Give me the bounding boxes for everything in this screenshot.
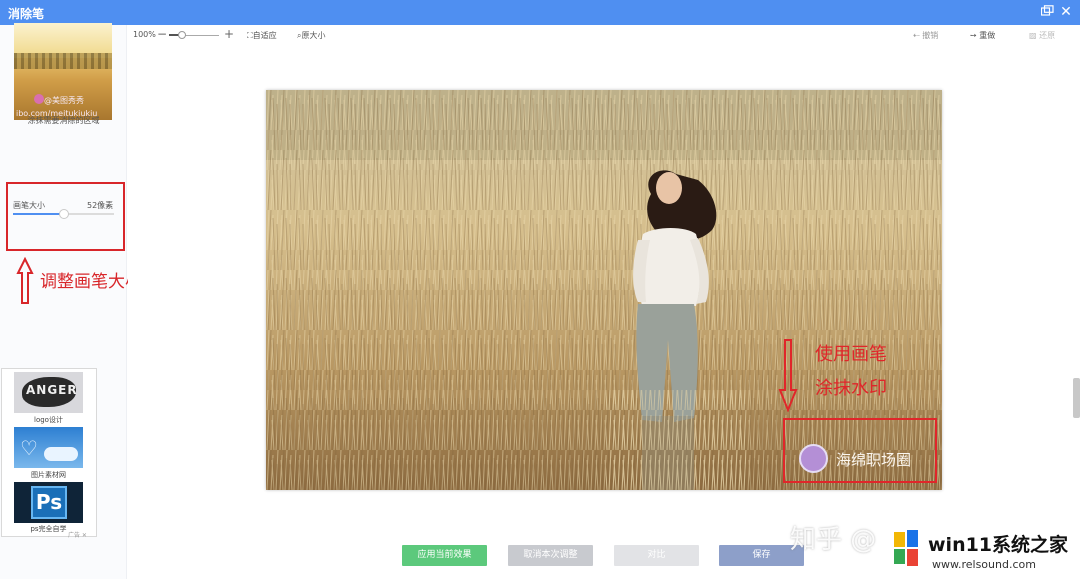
photoshop-icon: Ps [31,486,67,519]
arrow-left-icon: ⇠ [913,31,923,40]
apply-effect-button[interactable]: 应用当前效果 [402,545,487,566]
ad-logo-design[interactable]: ANGER [14,372,83,413]
weibo-icon [34,94,44,104]
original-size-button[interactable]: ⌕原大小 [297,30,325,41]
image-thumbnail[interactable]: @美图秀秀 ibo.com/meitukiukiu [14,23,112,120]
cancel-adjustment-button[interactable]: 取消本次调整 [508,545,593,566]
compare-button[interactable]: 对比 [614,545,699,566]
restore-window-icon[interactable] [1041,5,1055,19]
thumbnail-watermark: @美图秀秀 [44,96,84,105]
restore-label: 还原 [1039,31,1056,40]
brand-name: win11系统之家 [928,534,1069,556]
arrow-up-icon [16,257,34,304]
ad-label[interactable]: 图片素材网 [14,470,83,480]
zoom-out-icon[interactable]: − [157,27,167,41]
ad-label[interactable]: logo设计 [14,415,83,425]
zoom-in-icon[interactable]: + [224,27,234,41]
ad-ps-course[interactable]: Ps [14,482,83,523]
original-size-label: 原大小 [301,31,326,40]
brush-size-value: 52像素 [87,201,114,210]
windows-logo-icon [894,530,918,566]
ad-stock-images[interactable]: ♡ [14,427,83,468]
cloud-icon [44,447,78,461]
erase-annotation-line2: 涂抹水印 [815,378,887,399]
fit-label: 自适应 [252,31,277,40]
redo-label: 重做 [979,31,996,40]
undo-button[interactable]: ⇠ 撤销 [913,30,938,41]
brush-size-slider-handle[interactable] [58,209,69,219]
zoom-level: 100% [133,30,156,39]
title-bar: 消除笔 ✕ [0,0,1080,25]
window-title: 消除笔 [8,7,45,21]
undo-label: 撤销 [922,31,939,40]
arrow-right-icon: ➙ [970,31,980,40]
photo-watermark-text: 海绵职场圈 [836,451,912,469]
ad-image-text: ANGER [26,383,78,397]
side-scroll-handle[interactable] [1073,378,1080,418]
erase-hint: 涂抹需要消除的区域 [27,116,100,125]
watermark-logo-icon [799,444,828,473]
image-icon: ▨ [1029,31,1040,40]
close-icon[interactable]: ✕ [1059,5,1073,19]
arrow-down-icon [778,339,798,412]
erase-annotation-line1: 使用画笔 [815,344,887,365]
restore-button[interactable]: ▨ 还原 [1029,30,1055,41]
brush-size-slider-fill [13,213,64,215]
site-watermark: 知乎 @ [790,525,877,555]
brand-url: www.relsound.com [932,558,1036,571]
thumbnail-trees [14,53,112,69]
redo-button[interactable]: ➙ 重做 [970,30,995,41]
fit-to-window-button[interactable]: ⛶自适应 [247,30,277,41]
corner-brand-logo: win11系统之家 www.relsound.com [880,520,1080,579]
zoom-slider-handle[interactable] [177,31,186,39]
brush-size-annotation: 调整画笔大小 [40,272,142,292]
ad-close-flag[interactable]: 广告 ✕ [68,530,87,539]
brush-size-label: 画笔大小 [13,201,45,210]
heart-icon: ♡ [20,436,38,460]
